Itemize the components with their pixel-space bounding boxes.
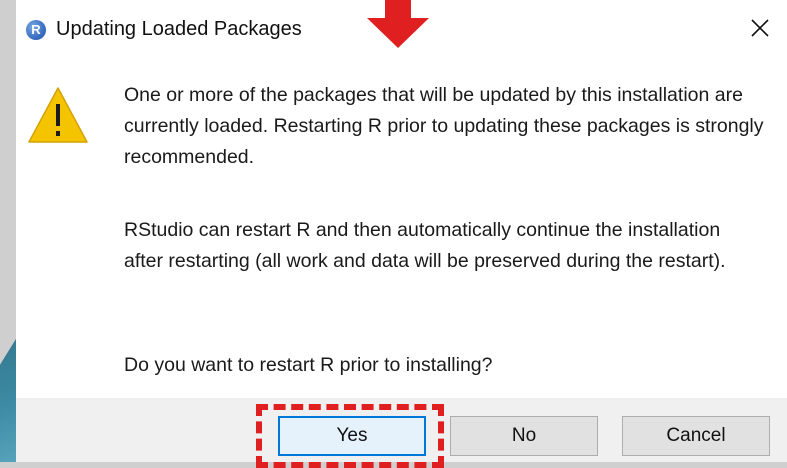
yes-highlight-annotation bbox=[256, 404, 444, 468]
message-question: Do you want to restart R prior to instal… bbox=[124, 354, 493, 376]
message-paragraph-2: RStudio can restart R and then automatic… bbox=[124, 219, 726, 272]
cancel-button[interactable]: Cancel bbox=[622, 416, 770, 456]
warning-icon bbox=[28, 87, 88, 143]
r-logo-icon: R bbox=[26, 20, 46, 40]
close-icon bbox=[751, 19, 769, 37]
dialog-title: Updating Loaded Packages bbox=[56, 18, 302, 40]
no-button[interactable]: No bbox=[450, 416, 598, 456]
close-button[interactable] bbox=[745, 13, 775, 43]
red-arrow-annotation bbox=[367, 0, 429, 48]
message-paragraph-1: One or more of the packages that will be… bbox=[124, 84, 764, 168]
dialog-window: R Updating Loaded Packages One or more o… bbox=[16, 0, 787, 462]
